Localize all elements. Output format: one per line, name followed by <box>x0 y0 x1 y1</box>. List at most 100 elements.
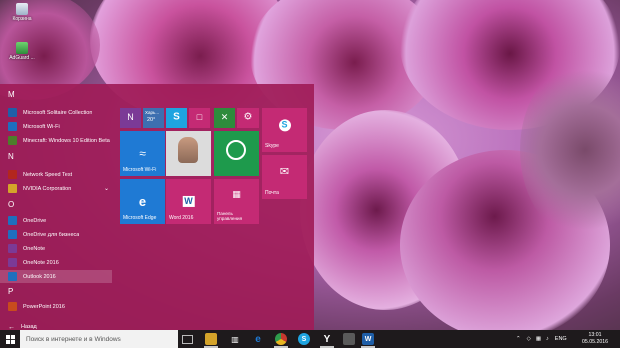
app-shortcut-icon <box>16 42 28 54</box>
app-item-minecraft[interactable]: Minecraft: Windows 10 Edition Beta <box>0 134 112 147</box>
group-letter-o[interactable]: O <box>8 200 14 209</box>
group-letter-n[interactable]: N <box>8 152 14 161</box>
onenote-tile-icon: N <box>127 112 134 123</box>
file-explorer-icon[interactable] <box>205 333 217 345</box>
chevron-down-icon[interactable]: ⌄ <box>104 185 109 192</box>
tile-label: Почта <box>265 190 279 196</box>
app-item-label: PowerPoint 2016 <box>23 303 65 310</box>
chrome-icon[interactable] <box>275 333 287 345</box>
yandex-icon[interactable]: Y <box>321 333 333 345</box>
tile-settings[interactable]: ⚙ <box>237 108 259 128</box>
app-item-nvidia-folder[interactable]: NVIDIA Corporation ⌄ <box>0 182 112 195</box>
tile-skype[interactable]: S Skype <box>262 108 307 152</box>
tile-word[interactable]: W Word 2016 <box>166 179 211 224</box>
tile-label: Word 2016 <box>169 215 194 221</box>
onenote-icon <box>8 244 17 253</box>
system-tray: ⌃ ◇ ▦ ♪ ENG <box>516 330 567 348</box>
app-icon[interactable]: W <box>362 333 374 345</box>
tile-control-panel[interactable]: ▦ Панель управления <box>214 179 259 224</box>
word-icon: W <box>182 195 195 207</box>
volume-icon[interactable]: ♪ <box>546 336 549 342</box>
skype-icon: S <box>278 118 291 131</box>
app-item-onedrive-business[interactable]: OneDrive для бизнеса <box>0 228 112 241</box>
store-icon[interactable]: ▥ <box>229 333 241 345</box>
start-menu: M Microsoft Solitaire Collection Microso… <box>0 84 314 331</box>
app-item-powerpoint-2016[interactable]: PowerPoint 2016 <box>0 300 112 313</box>
edge-icon[interactable]: e <box>252 333 264 345</box>
desktop-icon-shortcut[interactable]: AdGuard ... <box>0 42 44 61</box>
task-view-icon[interactable] <box>182 335 193 344</box>
app-item-wifi[interactable]: Microsoft Wi-Fi <box>0 120 112 133</box>
start-button[interactable] <box>0 330 20 348</box>
app-list: M Microsoft Solitaire Collection Microso… <box>0 90 112 331</box>
outlook-icon <box>8 272 17 281</box>
app-item-onenote-2016[interactable]: OneNote 2016 <box>0 256 112 269</box>
tile-weather[interactable]: Харь... 20° <box>143 108 164 128</box>
group-letter-m[interactable]: M <box>8 90 15 99</box>
clock-time: 13:01 <box>588 332 602 338</box>
app-item-label: Network Speed Test <box>23 171 73 178</box>
language-indicator[interactable]: ENG <box>555 336 567 342</box>
weather-temp: 20° <box>147 117 156 123</box>
app-item-network-speed-test[interactable]: Network Speed Test <box>0 168 112 181</box>
photos-icon: □ <box>196 112 203 123</box>
search-box[interactable]: Поиск в интернете и в Windows <box>20 330 178 348</box>
mail-icon: ✉ <box>279 166 290 179</box>
app-item-outlook-2016[interactable]: Outlook 2016 <box>0 270 112 283</box>
skype-icon[interactable]: S <box>298 333 310 345</box>
app-item-label: OneDrive для бизнеса <box>23 231 80 238</box>
tile-wifi[interactable]: ≈ Microsoft Wi-Fi <box>120 131 165 176</box>
taskbar: Поиск в интернете и в Windows ▥ e S Y W … <box>0 330 620 348</box>
tile-store[interactable] <box>214 131 259 176</box>
windows-logo-icon <box>5 334 15 344</box>
search-placeholder: Поиск в интернете и в Windows <box>26 335 121 343</box>
app-item-label: Microsoft Wi-Fi <box>23 123 60 130</box>
gear-icon: ⚙ <box>243 111 253 123</box>
desktop-icon-label: Корзина <box>12 16 32 22</box>
tile-xbox[interactable]: ✕ <box>214 108 235 128</box>
edge-icon: e <box>138 193 147 209</box>
network-icon[interactable]: ▦ <box>536 336 541 342</box>
wifi-icon <box>8 122 17 131</box>
tile-photos[interactable]: □ <box>189 108 210 128</box>
store-icon <box>226 140 246 160</box>
recycle-bin-icon <box>16 3 28 15</box>
onedrive-icon <box>8 216 17 225</box>
minecraft-icon <box>8 136 17 145</box>
clock[interactable]: 13:01 05.05.2016 <box>582 332 608 346</box>
speed-test-icon <box>8 170 17 179</box>
app-item-onedrive[interactable]: OneDrive <box>0 214 112 227</box>
tile-label: Microsoft Wi-Fi <box>123 167 157 173</box>
folder-icon <box>8 184 17 193</box>
tile-label: Skype <box>265 143 279 149</box>
app-item-label: Microsoft Solitaire Collection <box>23 109 93 116</box>
app-item-label: Minecraft: Windows 10 Edition Beta <box>23 137 110 144</box>
desktop-icon-recycle-bin[interactable]: Корзина <box>0 3 44 22</box>
tile-label: Панель управления <box>217 211 243 221</box>
app-item-label: OneDrive <box>23 217 47 224</box>
app-icon[interactable] <box>343 333 355 345</box>
control-panel-icon: ▦ <box>232 188 241 199</box>
chevron-up-icon[interactable]: ⌃ <box>516 336 521 342</box>
onenote-2016-icon <box>8 258 17 267</box>
tile-edge[interactable]: e Microsoft Edge <box>120 179 165 224</box>
app-item-label: Outlook 2016 <box>23 273 56 280</box>
xbox-icon: ✕ <box>220 112 229 123</box>
tile-onenote[interactable]: N <box>120 108 141 128</box>
dropbox-icon[interactable]: ◇ <box>527 336 531 342</box>
desktop-icon-label: AdGuard ... <box>9 55 35 61</box>
app-item-onenote[interactable]: OneNote <box>0 242 112 255</box>
tile-skype-small[interactable]: S <box>166 108 187 128</box>
tile-mail[interactable]: ✉ Почта <box>262 155 307 199</box>
group-letter-p[interactable]: P <box>8 287 13 296</box>
app-item-label: OneNote 2016 <box>23 259 59 266</box>
app-item-label: OneNote <box>23 245 46 252</box>
people-icon <box>178 137 198 163</box>
app-item-solitaire[interactable]: Microsoft Solitaire Collection <box>0 106 112 119</box>
powerpoint-icon <box>8 302 17 311</box>
clock-date: 05.05.2016 <box>582 339 608 345</box>
weather-city: Харь... <box>145 110 160 115</box>
wifi-icon: ≈ <box>139 145 146 160</box>
tile-people[interactable] <box>166 131 211 176</box>
skype-icon: S <box>173 111 180 123</box>
